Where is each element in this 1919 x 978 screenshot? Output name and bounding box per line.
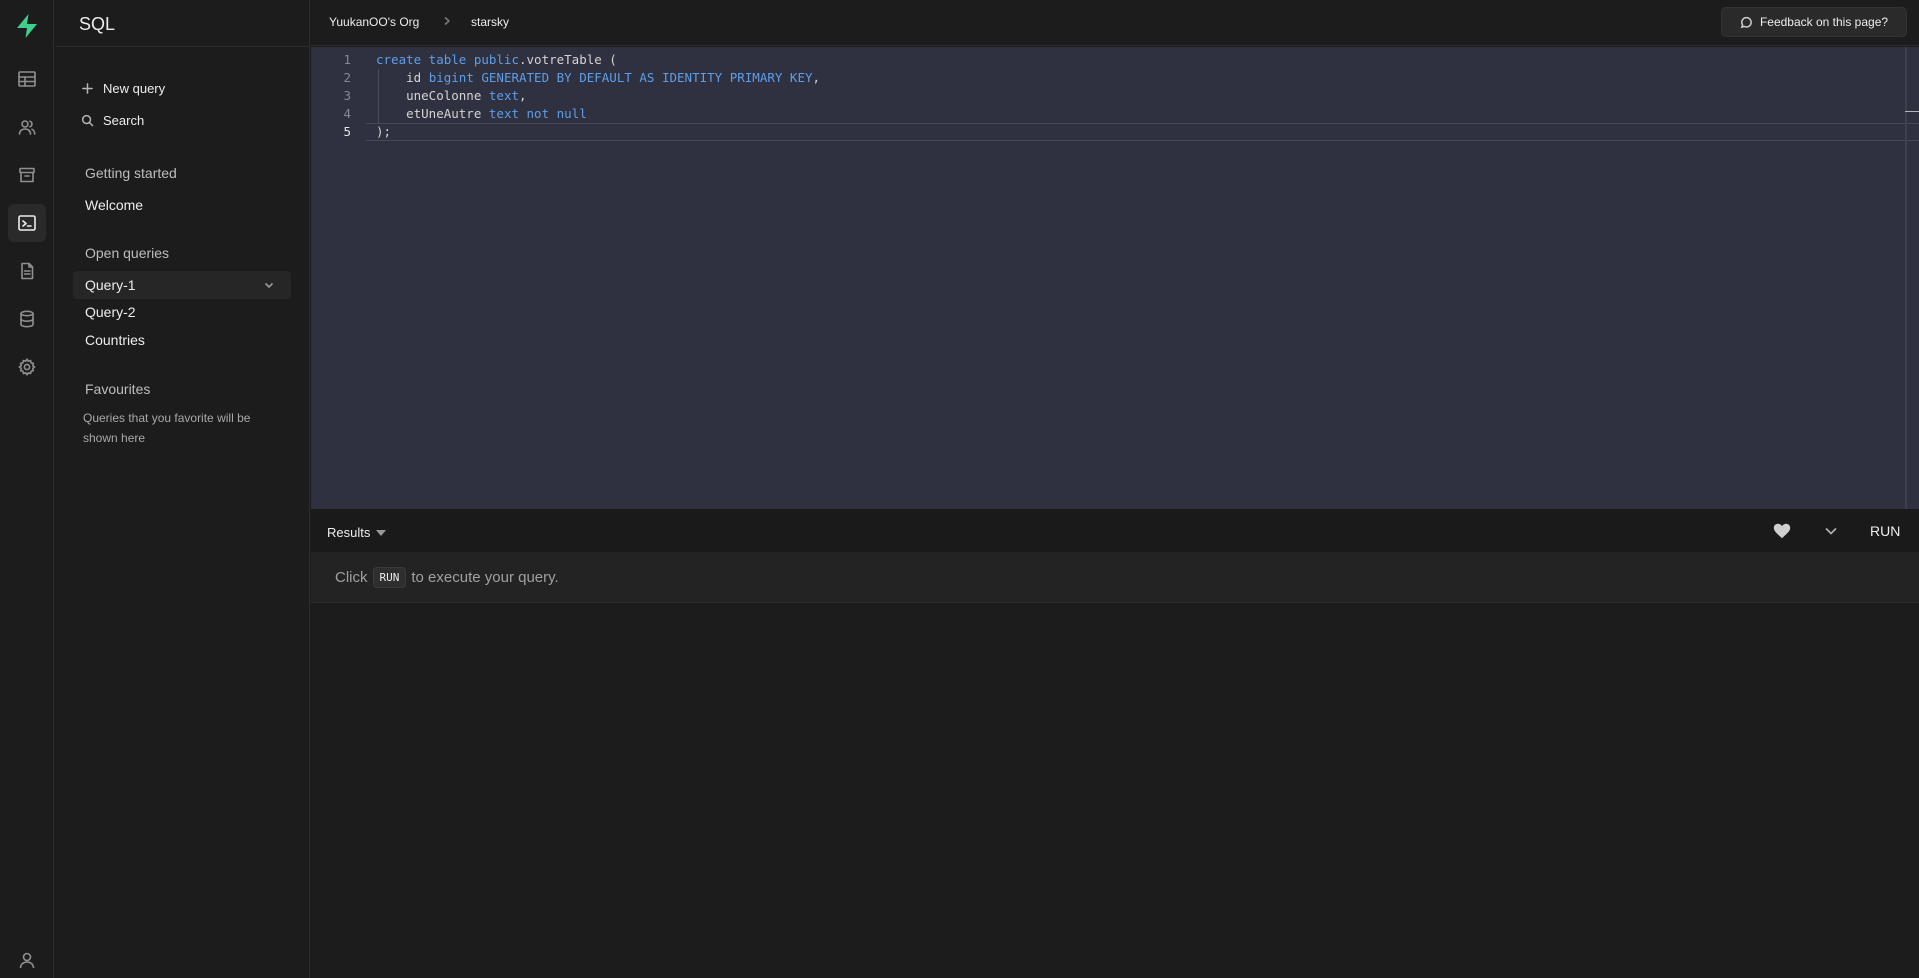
breadcrumb-project[interactable]: starsky (471, 15, 509, 29)
users-icon[interactable] (8, 108, 46, 146)
sql-token: , (812, 70, 821, 85)
chevron-down-icon[interactable] (1824, 525, 1838, 537)
query-item-active[interactable]: Query-1 (73, 271, 291, 299)
favorite-heart-icon[interactable] (1773, 523, 1791, 539)
sql-token: uneColonne (376, 88, 489, 103)
chevron-right-icon (444, 16, 451, 26)
query-item[interactable]: Countries (85, 332, 145, 348)
favourites-hint: Queries that you favorite will be shown … (83, 411, 251, 445)
message-prefix: Click (335, 569, 368, 586)
chevron-down-icon[interactable] (263, 279, 275, 291)
code-text: uneColonne text, (376, 87, 527, 105)
line-number: 1 (343, 52, 351, 67)
sql-token: etUneAutre (376, 106, 489, 121)
open-queries-heading: Open queries (85, 245, 170, 261)
sql-sidebar: SQL New query Search Getting started Wel… (55, 0, 310, 978)
scrollbar-cursor-marker (1905, 111, 1919, 112)
search-button[interactable]: Search (81, 113, 144, 128)
welcome-link[interactable]: Welcome (85, 197, 143, 213)
run-button[interactable]: RUN (1870, 523, 1900, 539)
settings-icon[interactable] (8, 348, 46, 386)
line-number: 3 (343, 88, 351, 103)
breadcrumb-org[interactable]: YuukanOO's Org (329, 15, 419, 29)
sql-keyword: bigint GENERATED BY DEFAULT AS IDENTITY … (428, 70, 813, 85)
editor-scrollbar[interactable] (1905, 47, 1907, 509)
code-text: ); (376, 123, 391, 141)
top-bar: YuukanOO's Org starsky Feedback on this … (311, 0, 1919, 46)
query-item-label: Query-1 (85, 277, 136, 293)
sql-editor-icon[interactable] (8, 204, 46, 242)
new-query-button[interactable]: New query (81, 81, 165, 96)
sql-keyword: create table public (376, 52, 519, 67)
getting-started-heading: Getting started (85, 165, 177, 181)
line-number: 2 (343, 70, 351, 85)
sql-token: , (519, 88, 527, 103)
panel-divider (55, 46, 310, 47)
icon-rail (0, 0, 54, 978)
code-text: etUneAutre text not null (376, 105, 587, 123)
plus-icon (82, 83, 93, 94)
table-editor-icon[interactable] (8, 60, 46, 98)
code-text: create table public.votreTable ( (376, 51, 617, 69)
storage-icon[interactable] (8, 156, 46, 194)
sql-token: id (376, 70, 429, 85)
favourites-heading: Favourites (85, 381, 151, 397)
sql-token: ); (376, 124, 392, 139)
line-number: 4 (343, 106, 351, 121)
new-query-label: New query (103, 81, 166, 96)
sql-editor[interactable]: 1 create table public.votreTable ( 2 id bi… (311, 47, 1919, 509)
message-suffix: to execute your query. (411, 569, 559, 586)
results-panel: Click RUN to execute your query. (311, 553, 1919, 978)
current-line-highlight (366, 123, 1919, 141)
panel-title: SQL (79, 14, 116, 34)
code-text: id bigint GENERATED BY DEFAULT AS IDENTI… (376, 69, 820, 87)
user-account-icon[interactable] (17, 950, 37, 970)
sql-keyword: text not null (488, 106, 587, 121)
docs-icon[interactable] (8, 252, 46, 290)
results-toolbar: Results RUN (311, 509, 1919, 553)
results-tab[interactable]: Results (327, 525, 387, 540)
sql-token: .votreTable ( (519, 52, 617, 67)
supabase-logo-icon[interactable] (13, 12, 41, 40)
run-kbd-hint: RUN (372, 567, 407, 588)
query-item[interactable]: Query-2 (85, 304, 136, 320)
database-icon[interactable] (8, 300, 46, 338)
feedback-label: Feedback on this page? (1759, 15, 1889, 29)
message-icon (1740, 16, 1752, 28)
sql-keyword: text (488, 88, 519, 103)
results-label: Results (327, 525, 371, 540)
search-icon (81, 114, 94, 127)
line-number: 5 (343, 124, 351, 139)
results-message: Click RUN to execute your query. (311, 553, 1919, 603)
caret-down-icon (376, 529, 387, 536)
feedback-button[interactable]: Feedback on this page? (1721, 7, 1907, 37)
search-label: Search (103, 113, 145, 128)
